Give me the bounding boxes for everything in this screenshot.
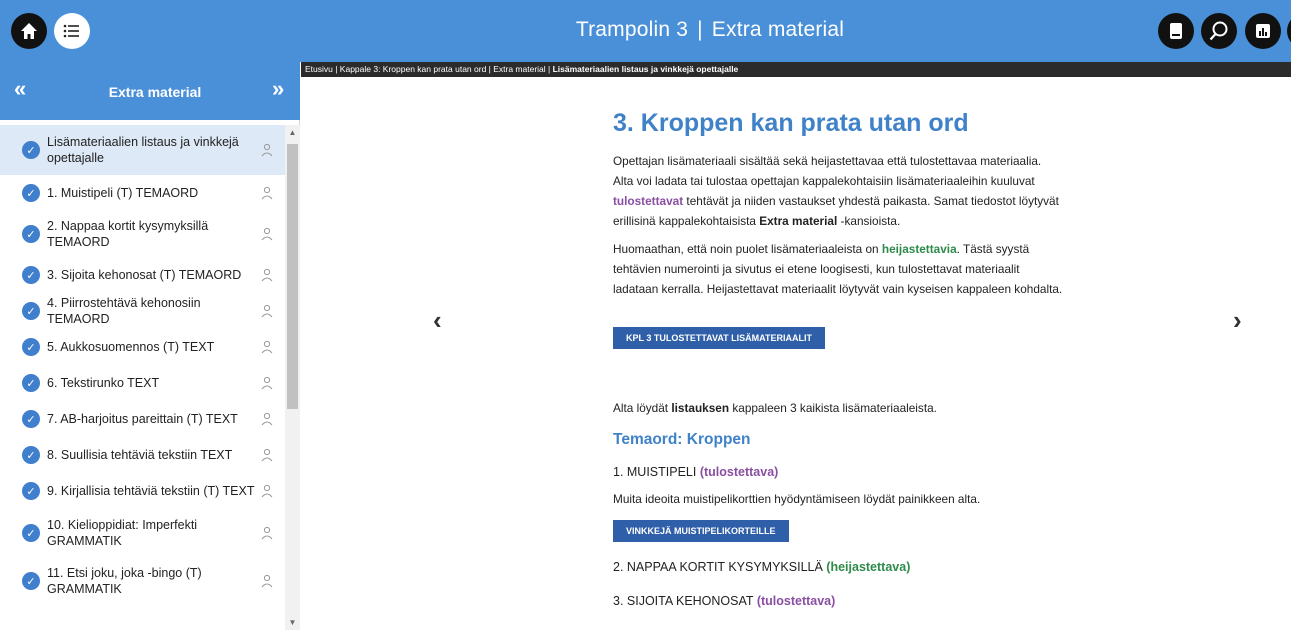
check-icon: ✓ [22,482,40,500]
sidebar-item[interactable]: ✓ 5. Aukkosuomennos (T) TEXT [0,329,285,365]
top-bar: Trampolin 3 | Extra material [0,0,1291,62]
breadcrumb-path[interactable]: Etusivu | Kappale 3: Kroppen kan prata u… [305,64,553,74]
page-title: Trampolin 3 | Extra material [575,18,845,41]
sidebar-item[interactable]: ✓ Lisämateriaalien listaus ja vinkkejä o… [0,125,285,175]
stats-icon[interactable] [1245,13,1281,49]
person-icon [261,484,273,498]
prev-page-button[interactable]: ‹ [433,305,442,336]
collapse-sidebar-button[interactable]: « [14,76,26,102]
person-icon [261,526,273,540]
sidebar-item[interactable]: ✓ 10. Kielioppidiat: Imperfekti GRAMMATI… [0,509,285,557]
note-paragraph: Huomaathan, että noin puolet lisämateria… [613,242,1063,296]
person-icon [261,340,273,354]
check-icon: ✓ [22,225,40,243]
person-icon [261,186,273,200]
sidebar-item[interactable]: ✓ 2. Nappaa kortit kysymyksillä TEMAORD [0,211,285,257]
sidebar-title: Extra material [108,84,202,100]
person-icon [261,412,273,426]
menu-icon[interactable] [54,13,90,49]
sidebar-header: « Extra material » [0,62,300,120]
section-heading: Temaord: Kroppen [613,431,751,448]
check-icon: ✓ [22,446,40,464]
person-icon [261,227,273,241]
sidebar-item[interactable]: ✓ 1. Muistipeli (T) TEMAORD [0,175,285,211]
check-icon: ✓ [22,524,40,542]
print-materials-button[interactable]: KPL 3 TULOSTETTAVAT LISÄMATERIAALIT [613,327,825,349]
check-icon: ✓ [22,302,40,320]
scroll-down-icon[interactable]: ▼ [287,618,298,627]
intro-paragraph: Opettajan lisämateriaali sisältää sekä h… [613,154,1059,228]
sidebar-item[interactable]: ✓ 9. Kirjallisia tehtäviä tekstiin (T) T… [0,473,285,509]
breadcrumb-current: Lisämateriaalien listaus ja vinkkejä ope… [552,64,739,74]
sidebar: « Extra material » ✓ Lisämateriaalien li… [0,62,300,630]
scroll-up-icon[interactable]: ▲ [287,128,298,137]
person-icon [261,143,273,157]
item-1-text: Muita ideoita muistipelikorttien hyödynt… [613,492,981,506]
next-page-button[interactable]: › [1233,305,1242,336]
sidebar-item[interactable]: ✓ 8. Suullisia tehtäviä tekstiin TEXT [0,437,285,473]
item-3-heading: 3. SIJOITA KEHONOSAT (tulostettava) [613,594,836,608]
person-icon [261,304,273,318]
sidebar-list: ✓ Lisämateriaalien listaus ja vinkkejä o… [0,125,285,630]
book-icon[interactable] [1158,13,1194,49]
home-icon[interactable] [11,13,47,49]
search-icon[interactable] [1201,13,1237,49]
list-intro: Alta löydät listauksen kappaleen 3 kaiki… [613,401,937,415]
person-icon [261,574,273,588]
sidebar-item[interactable]: ✓ 6. Tekstirunko TEXT [0,365,285,401]
check-icon: ✓ [22,572,40,590]
partial-icon[interactable] [1287,13,1291,49]
check-icon: ✓ [22,141,40,159]
sidebar-item[interactable]: ✓ 3. Sijoita kehonosat (T) TEMAORD [0,257,285,293]
scrollbar-thumb[interactable] [287,144,298,409]
person-icon [261,376,273,390]
memory-tips-button[interactable]: VINKKEJÄ MUISTIPELIKORTEILLE [613,520,789,542]
expand-sidebar-button[interactable]: » [272,76,284,102]
check-icon: ✓ [22,338,40,356]
check-icon: ✓ [22,266,40,284]
sidebar-item[interactable]: ✓ 11. Etsi joku, joka -bingo (T) GRAMMAT… [0,557,285,605]
item-1-heading: 1. MUISTIPELI (tulostettava) [613,465,779,479]
check-icon: ✓ [22,184,40,202]
sidebar-item[interactable]: ✓ 4. Piirrostehtävä kehonosiin TEMAORD [0,293,285,329]
breadcrumb: Etusivu | Kappale 3: Kroppen kan prata u… [301,62,1291,77]
content-heading: 3. Kroppen kan prata utan ord [613,109,969,137]
person-icon [261,448,273,462]
check-icon: ✓ [22,374,40,392]
check-icon: ✓ [22,410,40,428]
item-2-heading: 2. NAPPAA KORTIT KYSYMYKSILLÄ (heijastet… [613,560,911,574]
sidebar-item[interactable]: ✓ 7. AB-harjoitus pareittain (T) TEXT [0,401,285,437]
person-icon [261,268,273,282]
